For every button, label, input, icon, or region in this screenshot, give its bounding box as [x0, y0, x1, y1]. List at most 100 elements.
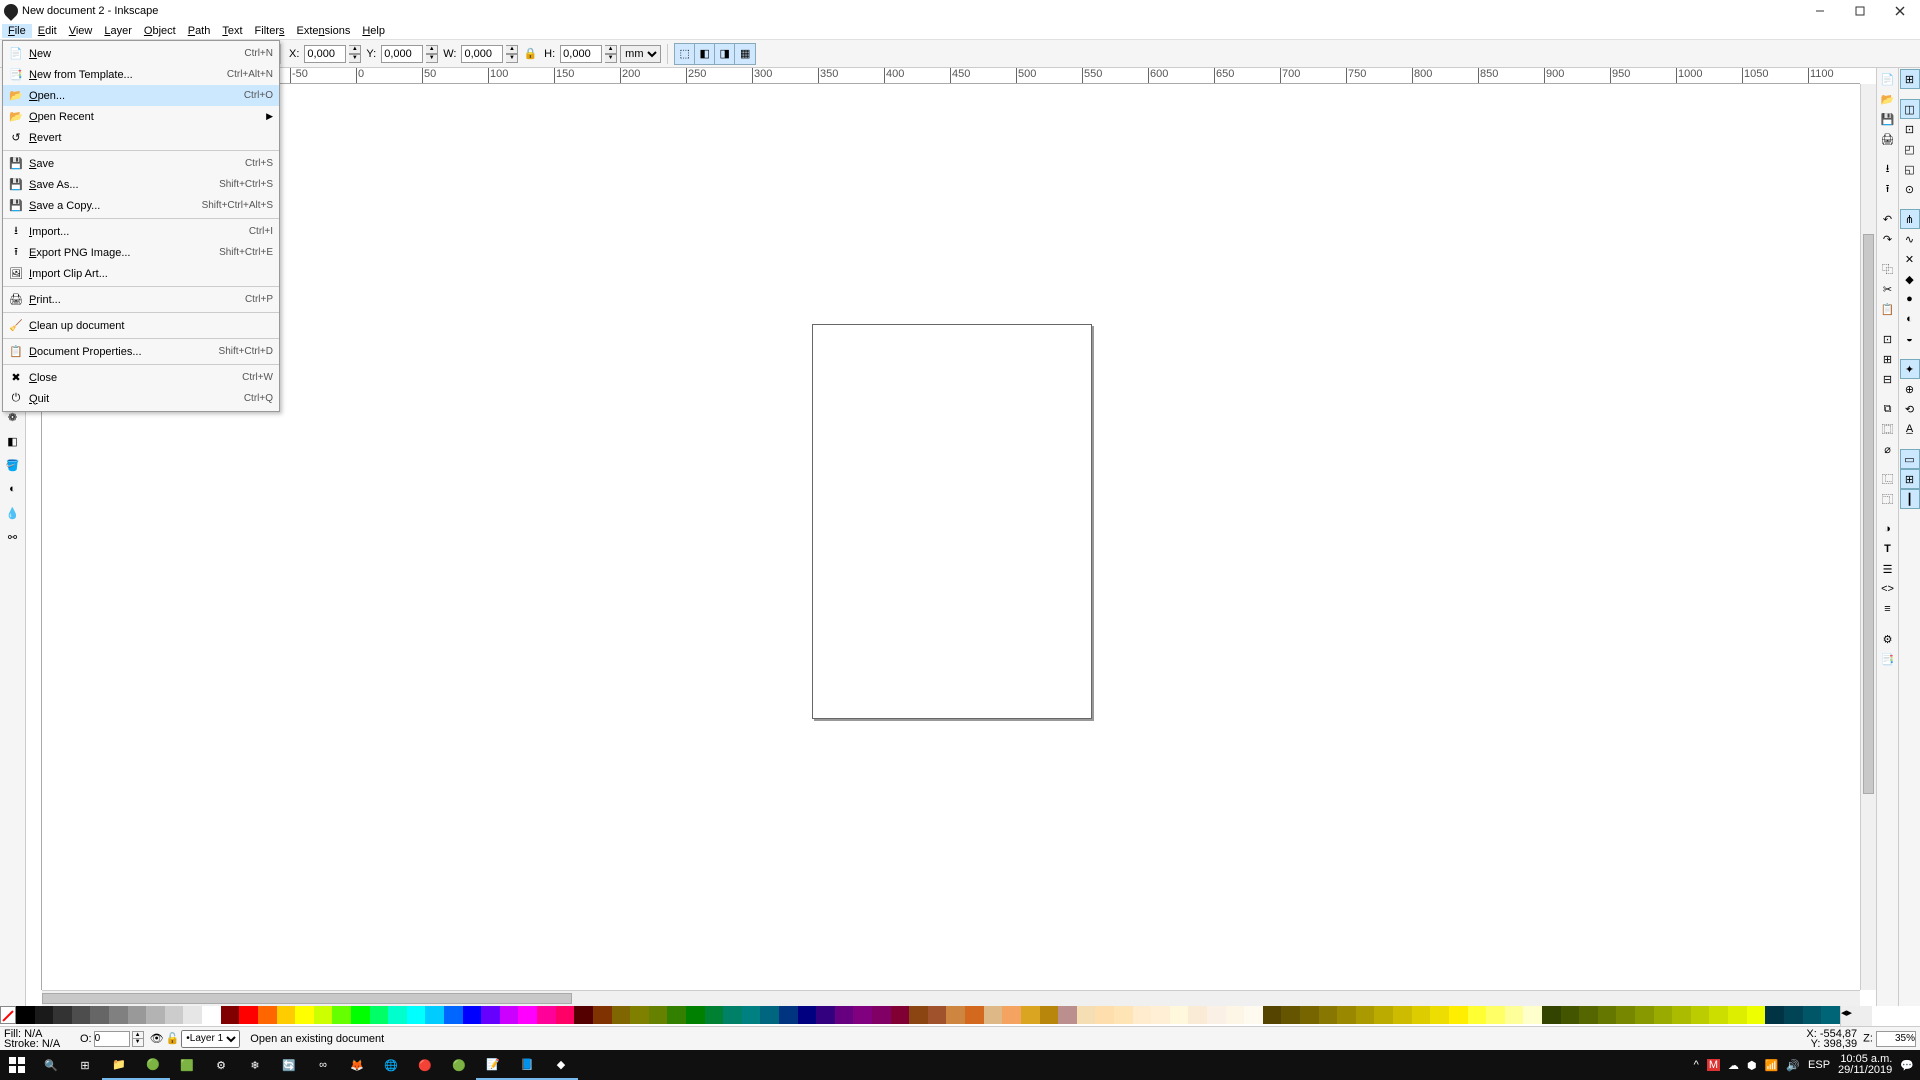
- swatch[interactable]: [1393, 1006, 1412, 1024]
- swatch[interactable]: [1188, 1006, 1207, 1024]
- menu-edit[interactable]: Edit: [32, 24, 63, 38]
- notepad-icon[interactable]: 📝: [476, 1050, 510, 1080]
- app3-icon[interactable]: 🔄: [272, 1050, 306, 1080]
- app4-icon[interactable]: 🟢: [442, 1050, 476, 1080]
- swatch[interactable]: [705, 1006, 724, 1024]
- swatch[interactable]: [1561, 1006, 1580, 1024]
- doc-props-icon[interactable]: 📑: [1879, 650, 1897, 668]
- swatch[interactable]: [1300, 1006, 1319, 1024]
- no-color-swatch[interactable]: [0, 1006, 16, 1024]
- w-spinner[interactable]: ▲▼: [506, 45, 518, 63]
- eraser-tool[interactable]: ◧: [2, 430, 24, 452]
- swatch[interactable]: [1598, 1006, 1617, 1024]
- swatch[interactable]: [1263, 1006, 1282, 1024]
- snap-cusp-icon[interactable]: ◆: [1901, 270, 1919, 288]
- word-icon[interactable]: 📘: [510, 1050, 544, 1080]
- menu-item-clean-up-document[interactable]: 🧹Clean up document: [3, 315, 279, 336]
- swatch[interactable]: [370, 1006, 389, 1024]
- swatch[interactable]: [537, 1006, 556, 1024]
- firefox-icon[interactable]: 🦊: [340, 1050, 374, 1080]
- swatch[interactable]: [1356, 1006, 1375, 1024]
- swatch[interactable]: [1114, 1006, 1133, 1024]
- align-icon[interactable]: ≡: [1879, 600, 1897, 618]
- swatch[interactable]: [1151, 1006, 1170, 1024]
- menu-extensions[interactable]: Extensions: [291, 24, 357, 38]
- undo-icon[interactable]: ↶: [1879, 210, 1897, 228]
- snap-page-icon[interactable]: ▭: [1901, 450, 1919, 468]
- swatch[interactable]: [760, 1006, 779, 1024]
- scroll-thumb[interactable]: [1863, 234, 1874, 794]
- edge-icon[interactable]: 🌐: [374, 1050, 408, 1080]
- snap-nodes-icon[interactable]: ⋔: [1901, 210, 1919, 228]
- snap-bbox-midpoint-icon[interactable]: ◱: [1901, 160, 1919, 178]
- h-spinner[interactable]: ▲▼: [605, 45, 617, 63]
- swatch[interactable]: [853, 1006, 872, 1024]
- h-input[interactable]: [560, 45, 602, 63]
- swatch[interactable]: [72, 1006, 91, 1024]
- vs-icon[interactable]: ∞: [306, 1050, 340, 1080]
- snap-center-icon[interactable]: ⊕: [1901, 380, 1919, 398]
- swatch[interactable]: [1095, 1006, 1114, 1024]
- swatch[interactable]: [128, 1006, 147, 1024]
- swatch[interactable]: [1170, 1006, 1189, 1024]
- snap-enable-icon[interactable]: ⊞: [1901, 70, 1919, 88]
- scale-stroke-toggle[interactable]: ⬚: [675, 44, 695, 64]
- menu-item-save[interactable]: 💾SaveCtrl+S: [3, 153, 279, 174]
- gradient-tool[interactable]: ◐: [2, 478, 24, 500]
- swatch[interactable]: [295, 1006, 314, 1024]
- scroll-thumb[interactable]: [42, 993, 572, 1004]
- swatch[interactable]: [1821, 1006, 1840, 1024]
- swatch[interactable]: [1672, 1006, 1691, 1024]
- menu-item-open-recent[interactable]: 📂Open Recent▶: [3, 106, 279, 127]
- w-input[interactable]: [461, 45, 503, 63]
- swatch[interactable]: [1133, 1006, 1152, 1024]
- swatch[interactable]: [1002, 1006, 1021, 1024]
- swatch[interactable]: [1709, 1006, 1728, 1024]
- taskview-icon[interactable]: ⊞: [68, 1050, 102, 1080]
- snap-grid-icon[interactable]: ⊞: [1901, 470, 1919, 488]
- y-spinner[interactable]: ▲▼: [426, 45, 438, 63]
- menu-filters[interactable]: Filters: [249, 24, 291, 38]
- clone-icon[interactable]: ⿴: [1879, 420, 1897, 438]
- menu-item-import-[interactable]: ⭳Import...Ctrl+I: [3, 221, 279, 242]
- swatch[interactable]: [1635, 1006, 1654, 1024]
- swatch[interactable]: [1784, 1006, 1803, 1024]
- bucket-tool[interactable]: 🪣: [2, 454, 24, 476]
- app-icon[interactable]: 🟩: [170, 1050, 204, 1080]
- print-icon[interactable]: 🖨: [1879, 130, 1897, 148]
- scrollbar-horizontal[interactable]: [42, 990, 1860, 1006]
- cut-icon[interactable]: ✂: [1879, 280, 1897, 298]
- gear-icon[interactable]: ⚙: [204, 1050, 238, 1080]
- explorer-icon[interactable]: 📁: [102, 1050, 136, 1080]
- export-icon[interactable]: ⭱: [1879, 180, 1897, 198]
- swatch[interactable]: [1207, 1006, 1226, 1024]
- swatch[interactable]: [742, 1006, 761, 1024]
- swatch[interactable]: [816, 1006, 835, 1024]
- swatch[interactable]: [612, 1006, 631, 1024]
- unlink-icon[interactable]: ⌀: [1879, 440, 1897, 458]
- swatch[interactable]: [798, 1006, 817, 1024]
- swatch[interactable]: [16, 1006, 35, 1024]
- menu-item-new-from-template-[interactable]: 📑New from Template...Ctrl+Alt+N: [3, 64, 279, 85]
- swatch[interactable]: [1021, 1006, 1040, 1024]
- opacity-spinner[interactable]: ▲▼: [132, 1031, 144, 1047]
- zoom-input[interactable]: [1876, 1031, 1916, 1047]
- swatch[interactable]: [165, 1006, 184, 1024]
- swatch[interactable]: [574, 1006, 593, 1024]
- swatch[interactable]: [593, 1006, 612, 1024]
- swatch[interactable]: [1468, 1006, 1487, 1024]
- new-doc-icon[interactable]: 📄: [1879, 70, 1897, 88]
- lock-icon[interactable]: 🔒: [521, 47, 539, 60]
- tray-chevron-icon[interactable]: ^: [1694, 1059, 1699, 1071]
- snap-smooth-icon[interactable]: ●: [1901, 290, 1919, 308]
- fill-stroke-indicator[interactable]: Fill: N/A Stroke: N/A: [4, 1029, 74, 1049]
- menu-item-document-properties-[interactable]: 📋Document Properties...Shift+Ctrl+D: [3, 341, 279, 362]
- tray-volume-icon[interactable]: 🔊: [1786, 1059, 1800, 1072]
- swatch[interactable]: [314, 1006, 333, 1024]
- snap-intersect-icon[interactable]: ✕: [1901, 250, 1919, 268]
- swatch[interactable]: [1505, 1006, 1524, 1024]
- layer-visible-icon[interactable]: 👁: [150, 1032, 164, 1045]
- tray-cloud-icon[interactable]: ☁: [1728, 1059, 1739, 1072]
- swatch[interactable]: [90, 1006, 109, 1024]
- swatch[interactable]: [202, 1006, 221, 1024]
